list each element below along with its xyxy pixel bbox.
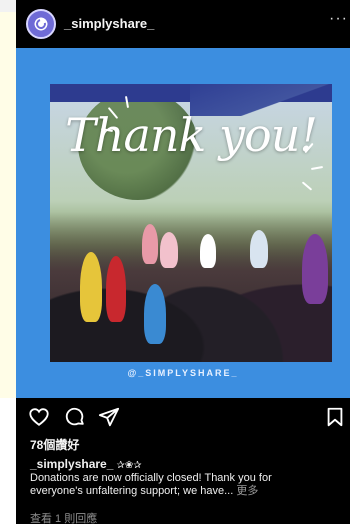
caption-line-1: Donations are now officially closed! Tha… [30, 472, 272, 484]
sparkle-line [310, 165, 324, 171]
left-page-strip [0, 0, 16, 524]
avatar[interactable] [26, 9, 56, 39]
child-figure [160, 232, 178, 268]
likes-count[interactable]: 78個讚好 [30, 436, 79, 453]
watermark-handle: @_SIMPLYSHARE_ [127, 368, 239, 378]
heart-icon[interactable] [28, 406, 50, 428]
action-bar [16, 398, 350, 434]
post-username[interactable]: _simplyshare_ [64, 16, 154, 31]
send-icon[interactable] [98, 406, 120, 428]
caption-line-2: everyone's unfaltering support; we have.… [30, 485, 234, 497]
post-header: _simplyshare_ ··· [16, 0, 350, 48]
caption-emoji: ✰❀✰ [116, 460, 142, 471]
child-figure [80, 252, 102, 322]
caption-username[interactable]: _simplyshare_ [30, 457, 113, 471]
instagram-post: _simplyshare_ ··· Thank you! @_SIMPLYSHA… [16, 0, 350, 524]
strip-highlight [0, 12, 16, 398]
child-figure [144, 284, 166, 344]
child-figure [302, 234, 328, 304]
view-comments-link[interactable]: 查看 1 則回應 [30, 510, 97, 524]
caption: _simplyshare_ ✰❀✰ Donations are now offi… [30, 458, 346, 498]
child-figure [250, 230, 268, 268]
child-figure [142, 224, 158, 264]
child-figure [200, 234, 216, 268]
child-figure [106, 256, 126, 322]
caption-more-link[interactable]: 更多 [236, 485, 258, 497]
more-options-icon[interactable]: ··· [329, 11, 348, 27]
photo: Thank you! [50, 84, 332, 362]
logo-swirl-icon [34, 17, 48, 31]
bookmark-icon[interactable] [324, 406, 346, 428]
thank-you-overlay: Thank you! [65, 108, 318, 162]
post-image[interactable]: Thank you! @_SIMPLYSHARE_ [16, 48, 350, 398]
sparkle-line [301, 181, 313, 191]
strip-top [0, 0, 16, 12]
comment-icon[interactable] [64, 406, 86, 428]
